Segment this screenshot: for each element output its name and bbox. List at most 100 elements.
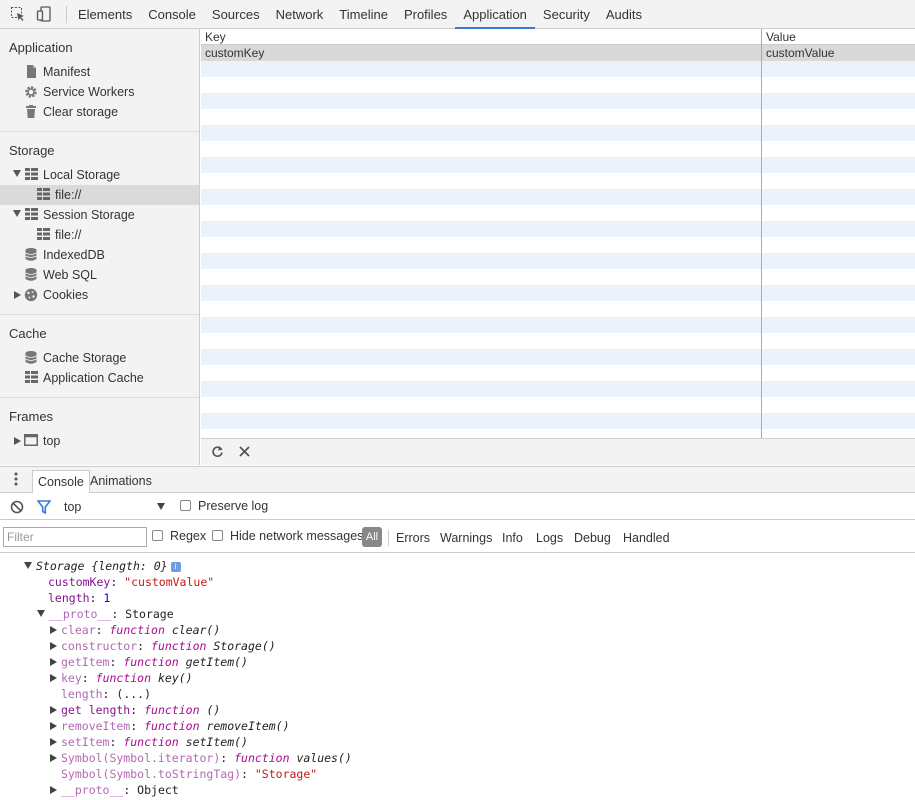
table-row-empty[interactable] [201,349,915,365]
table-row-empty[interactable] [201,381,915,397]
table-row-empty[interactable] [201,413,915,429]
hide-network-checkbox[interactable] [212,530,223,541]
tab-audits[interactable]: Audits [598,0,650,29]
table-row-empty[interactable] [201,429,915,438]
sidebar-item-session-storage[interactable]: Session Storage [0,205,199,225]
level-all-button[interactable]: All [362,527,382,547]
table-row-empty[interactable] [201,317,915,333]
filter-input[interactable] [3,527,147,547]
drawer-menu-icon[interactable] [14,472,18,489]
sidebar-item-manifest[interactable]: Manifest [0,62,199,82]
sidebar-item-service-workers[interactable]: Service Workers [0,82,199,102]
expand-arrow-icon[interactable] [50,626,57,634]
sidebar-item-session-storage-file[interactable]: file:// [0,225,199,245]
expand-arrow-icon[interactable] [50,642,57,650]
tab-timeline[interactable]: Timeline [331,0,396,29]
sidebar-item-cache-storage[interactable]: Cache Storage [0,348,199,368]
expand-arrow-icon[interactable] [50,706,57,714]
level-info-button[interactable]: Info [502,531,523,545]
hide-network-label[interactable]: Hide network messages [230,529,363,543]
console-property-proto-object[interactable]: __proto__: Object [50,782,179,798]
tab-console[interactable]: Console [140,0,204,29]
expand-arrow-icon[interactable] [50,722,57,730]
sidebar-item-indexeddb[interactable]: IndexedDB [0,245,199,265]
table-row-empty[interactable] [201,221,915,237]
column-header-key[interactable]: Key [205,30,226,44]
console-property-get-length[interactable]: get length: function () [50,702,220,718]
console-property-symbol-tostringtag[interactable]: Symbol(Symbol.toStringTag): "Storage" [61,766,317,782]
regex-label[interactable]: Regex [170,529,206,543]
table-row-empty[interactable] [201,237,915,253]
table-row-empty[interactable] [201,253,915,269]
column-divider[interactable] [761,29,762,438]
tab-network[interactable]: Network [268,0,332,29]
collapse-arrow-icon[interactable] [24,562,32,569]
info-icon[interactable]: i [170,562,181,572]
console-object-storage[interactable]: Storage {length: 0} i [24,558,181,574]
refresh-icon[interactable] [211,445,224,461]
table-row-empty[interactable] [201,285,915,301]
tab-security[interactable]: Security [535,0,598,29]
console-property-length-getter[interactable]: length: (...) [61,686,151,702]
table-row-empty[interactable] [201,157,915,173]
console-property-setitem[interactable]: setItem: function setItem() [50,734,248,750]
tab-profiles[interactable]: Profiles [396,0,455,29]
sidebar-item-websql[interactable]: Web SQL [0,265,199,285]
context-select[interactable]: top [64,500,81,514]
console-property-key[interactable]: key: function key() [50,670,193,686]
table-row-empty[interactable] [201,77,915,93]
expand-arrow-icon[interactable] [50,754,57,762]
sidebar-item-local-storage[interactable]: Local Storage [0,165,199,185]
delete-icon[interactable] [239,446,250,460]
table-row-empty[interactable] [201,205,915,221]
expand-arrow-icon[interactable] [13,210,21,217]
level-errors-button[interactable]: Errors [396,531,430,545]
context-dropdown-arrow-icon[interactable] [157,503,165,510]
cell-value[interactable]: customValue [766,46,834,60]
tab-elements[interactable]: Elements [70,0,140,29]
table-row-empty[interactable] [201,189,915,205]
level-debug-button[interactable]: Debug [574,531,611,545]
console-property-removeitem[interactable]: removeItem: function removeItem() [50,718,290,734]
table-row-empty[interactable] [201,141,915,157]
inspect-element-icon[interactable] [10,6,26,22]
expand-arrow-icon[interactable] [13,170,21,177]
preserve-log-label[interactable]: Preserve log [198,499,268,513]
regex-checkbox[interactable] [152,530,163,541]
console-property-clear[interactable]: clear: function clear() [50,622,220,638]
sidebar-item-local-storage-file[interactable]: file:// [0,185,199,205]
column-header-value[interactable]: Value [766,30,796,44]
level-handled-button[interactable]: Handled [623,531,670,545]
sidebar-item-application-cache[interactable]: Application Cache [0,368,199,388]
table-row-empty[interactable] [201,269,915,285]
tab-sources[interactable]: Sources [204,0,268,29]
expand-arrow-icon[interactable] [50,786,57,794]
table-row-empty[interactable] [201,333,915,349]
tab-application[interactable]: Application [455,0,535,29]
table-row-empty[interactable] [201,61,915,77]
console-property-symbol-iterator[interactable]: Symbol(Symbol.iterator): function values… [50,750,352,766]
cell-key[interactable]: customKey [205,46,264,60]
table-row-empty[interactable] [201,173,915,189]
expand-arrow-icon[interactable] [50,738,57,746]
expand-arrow-icon[interactable] [50,658,57,666]
tab-console[interactable]: Console [32,470,90,494]
table-row-empty[interactable] [201,93,915,109]
expand-arrow-icon[interactable] [50,674,57,682]
console-property-proto[interactable]: __proto__: Storage [37,606,174,622]
expand-arrow-icon[interactable] [14,437,21,445]
table-row-empty[interactable] [201,109,915,125]
collapse-arrow-icon[interactable] [37,610,45,617]
clear-console-icon[interactable] [10,500,24,517]
preserve-log-checkbox[interactable] [180,500,191,511]
sidebar-item-clear-storage[interactable]: Clear storage [0,102,199,122]
table-row-empty[interactable] [201,125,915,141]
table-row[interactable]: customKey customValue [201,45,915,61]
table-row-empty[interactable] [201,397,915,413]
level-warnings-button[interactable]: Warnings [440,531,492,545]
sidebar-item-cookies[interactable]: Cookies [0,285,199,305]
device-mode-icon[interactable] [36,6,52,22]
tab-animations[interactable]: Animations [85,470,157,494]
table-row-empty[interactable] [201,365,915,381]
expand-arrow-icon[interactable] [14,291,21,299]
